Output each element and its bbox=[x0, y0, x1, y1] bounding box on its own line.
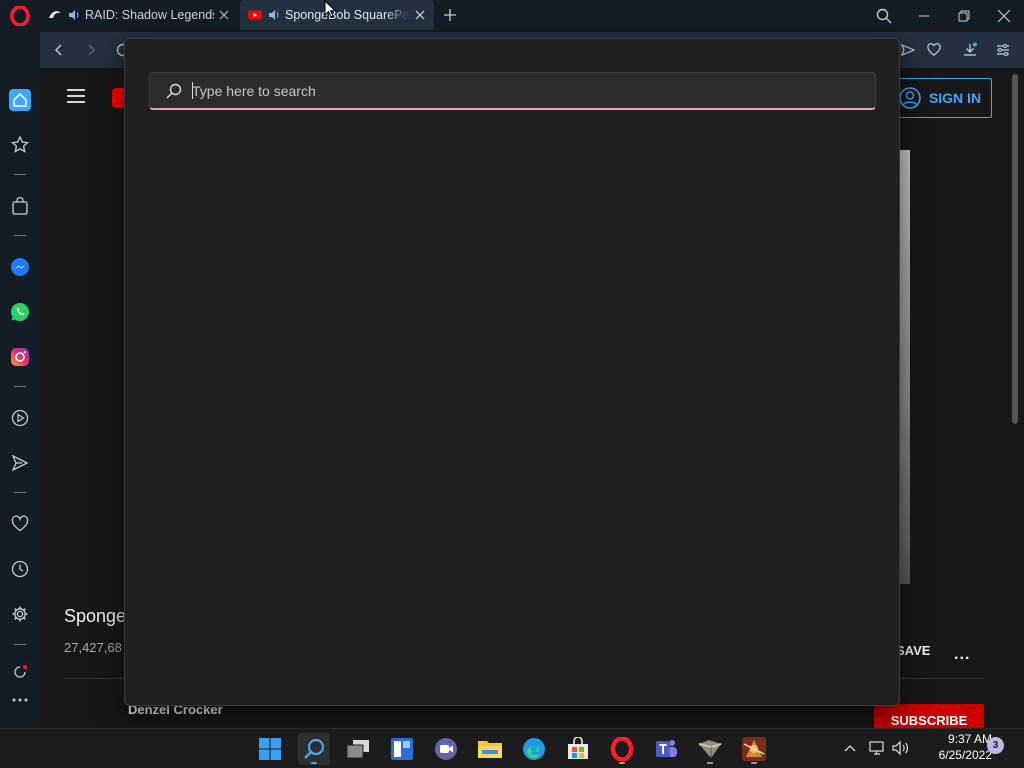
app-icon[interactable] bbox=[694, 733, 726, 765]
search-icon bbox=[166, 83, 182, 98]
microsoft-store-icon[interactable] bbox=[562, 733, 594, 765]
forward-icon[interactable] bbox=[81, 40, 101, 60]
opera-sidebar bbox=[0, 30, 40, 728]
sidebar-divider bbox=[14, 386, 26, 387]
tab-spongebob[interactable]: SpongeBob SquarePants bbox=[240, 0, 434, 30]
teams-icon[interactable] bbox=[650, 733, 682, 765]
tab-close-icon[interactable] bbox=[214, 5, 234, 25]
speaker-icon[interactable] bbox=[68, 9, 80, 21]
minimize-icon[interactable] bbox=[913, 5, 935, 27]
opera-icon[interactable] bbox=[606, 733, 638, 765]
history-icon[interactable] bbox=[9, 558, 31, 580]
bookmark-heart-icon[interactable] bbox=[924, 40, 944, 60]
file-explorer-icon[interactable] bbox=[474, 733, 506, 765]
sidebar-divider bbox=[14, 235, 26, 236]
downloads-icon[interactable] bbox=[960, 40, 980, 60]
more-icon[interactable] bbox=[9, 689, 31, 711]
new-tab-icon[interactable] bbox=[440, 5, 460, 25]
widgets-icon[interactable] bbox=[386, 733, 418, 765]
whatsapp-icon[interactable] bbox=[9, 301, 31, 323]
youtube-favicon-icon bbox=[248, 8, 262, 22]
speaker-icon[interactable] bbox=[268, 9, 280, 21]
sign-in-label: SIGN IN bbox=[928, 90, 982, 106]
running-indicator bbox=[619, 762, 625, 764]
page-scrollbar[interactable] bbox=[1012, 74, 1018, 424]
task-view-icon[interactable] bbox=[342, 733, 374, 765]
send-to-icon[interactable] bbox=[898, 40, 918, 60]
windows-taskbar: 9:37 AM 6/25/2022 3 bbox=[0, 728, 1024, 768]
more-actions-button[interactable]: ... bbox=[954, 646, 970, 664]
video-view-count: 27,427,68 bbox=[64, 640, 122, 655]
account-icon bbox=[899, 87, 921, 109]
browser-tab-bar: RAID: Shadow Legends SpongeBob SquarePan… bbox=[0, 0, 1024, 30]
system-clock[interactable]: 9:37 AM 6/25/2022 bbox=[912, 731, 992, 763]
pinboard-icon[interactable] bbox=[9, 134, 31, 156]
running-indicator bbox=[707, 762, 713, 764]
running-indicator bbox=[751, 762, 757, 764]
hamburger-menu-icon[interactable] bbox=[66, 88, 86, 104]
messenger-icon[interactable] bbox=[9, 256, 31, 278]
aria-icon[interactable] bbox=[9, 661, 31, 683]
chevron-up-icon[interactable] bbox=[841, 739, 859, 757]
game-icon[interactable] bbox=[738, 733, 770, 765]
sidebar-divider bbox=[14, 174, 26, 175]
active-indicator bbox=[311, 762, 317, 764]
send-icon[interactable] bbox=[9, 452, 31, 474]
volume-icon[interactable] bbox=[892, 739, 910, 757]
player-icon[interactable] bbox=[9, 407, 31, 429]
network-icon[interactable] bbox=[868, 739, 886, 757]
shopping-bag-icon[interactable] bbox=[9, 195, 31, 217]
instagram-icon[interactable] bbox=[9, 346, 31, 368]
subscribe-button[interactable]: SUBSCRIBE bbox=[874, 704, 984, 728]
easy-setup-icon[interactable] bbox=[993, 40, 1013, 60]
raid-favicon-icon bbox=[48, 8, 62, 22]
search-input[interactable] bbox=[192, 82, 875, 99]
clock-time: 9:37 AM bbox=[947, 732, 992, 746]
save-button[interactable]: SAVE bbox=[896, 643, 930, 658]
home-icon[interactable] bbox=[9, 89, 31, 111]
tab-label: RAID: Shadow Legends bbox=[85, 8, 214, 22]
tab-search-icon[interactable] bbox=[873, 5, 895, 27]
settings-icon[interactable] bbox=[9, 603, 31, 625]
heart-icon[interactable] bbox=[9, 513, 31, 535]
restore-icon[interactable] bbox=[953, 5, 975, 27]
back-icon[interactable] bbox=[49, 40, 69, 60]
search-icon[interactable] bbox=[298, 733, 330, 765]
sidebar-divider bbox=[14, 644, 26, 645]
tab-raid-shadow-legends[interactable]: RAID: Shadow Legends bbox=[40, 0, 238, 30]
edge-icon[interactable] bbox=[518, 733, 550, 765]
clock-date: 6/25/2022 bbox=[938, 748, 992, 762]
mouse-cursor-icon bbox=[324, 0, 336, 18]
notification-badge[interactable]: 3 bbox=[987, 737, 1004, 754]
video-title: Sponge bbox=[64, 606, 127, 626]
sidebar-divider bbox=[14, 492, 26, 493]
opera-menu-icon[interactable] bbox=[10, 6, 30, 26]
close-window-icon[interactable] bbox=[993, 5, 1015, 27]
windows-start-icon[interactable] bbox=[254, 733, 286, 765]
tab-label: SpongeBob SquarePants bbox=[285, 8, 410, 22]
tab-close-icon[interactable] bbox=[410, 5, 430, 25]
teams-chat-icon[interactable] bbox=[430, 733, 462, 765]
windows-search-panel bbox=[124, 38, 900, 706]
search-box[interactable] bbox=[149, 72, 876, 110]
sign-in-button[interactable]: SIGN IN bbox=[888, 78, 992, 118]
